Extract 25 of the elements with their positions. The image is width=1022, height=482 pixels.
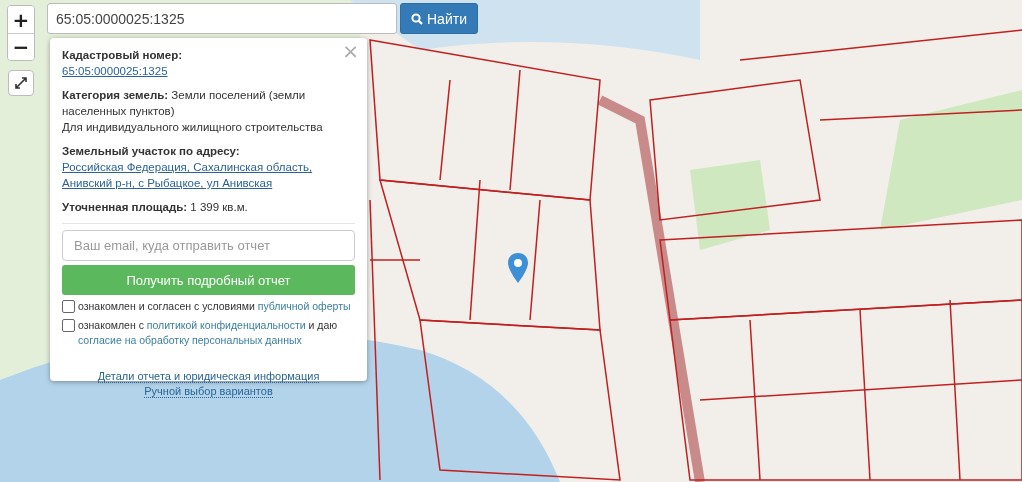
expand-arrows-icon xyxy=(14,76,28,90)
get-report-button[interactable]: Получить подробный отчет xyxy=(62,265,355,295)
search-field[interactable]: 65:05:0000025:1325 xyxy=(47,3,397,34)
map-pin-icon[interactable] xyxy=(507,252,529,284)
consent-checkbox[interactable] xyxy=(62,300,75,313)
fullscreen-button[interactable] xyxy=(8,70,34,96)
consent-link[interactable]: согласие на обработку персональных данных xyxy=(78,334,302,346)
field-text: Категория земель: Земли поселений (земли населенных пунктов) xyxy=(62,88,307,119)
email-field[interactable]: Ваш email, куда отправить отчет xyxy=(62,230,355,261)
consent-checkbox[interactable] xyxy=(62,319,75,332)
field-label: Земельный участок по адресу: xyxy=(62,145,240,157)
details-link[interactable]: Детали отчета и юридическая информация xyxy=(97,370,320,383)
zoom-out-button[interactable]: − xyxy=(8,33,34,60)
consent-text: ознакомлен с политикой конфиденциальности и даю согласие на обработку персональных данных xyxy=(78,318,339,348)
field-label: Кадастровый номер: xyxy=(62,49,183,61)
consent-text: ознакомлен и согласен с условиями публичной оферты xyxy=(78,299,351,314)
field-value-link[interactable]: 65:05:0000025:1325 xyxy=(62,63,168,79)
field-value-link[interactable]: Российская Федерация, Сахалинская область, Анивский р-н, с Рыбацкое, ул Анивская xyxy=(62,159,355,191)
consent-link[interactable]: политикой конфиденциальности xyxy=(146,319,306,331)
field-note: Для индивидуального жилищного строительства xyxy=(62,120,324,135)
search-button[interactable]: Найти xyxy=(400,3,478,34)
search-icon xyxy=(411,12,423,25)
consent-link[interactable]: публичной оферты xyxy=(257,300,351,312)
details-link[interactable]: Ручной выбор вариантов xyxy=(144,385,273,398)
field-text: Уточненная площадь: 1 399 кв.м. xyxy=(62,200,249,215)
